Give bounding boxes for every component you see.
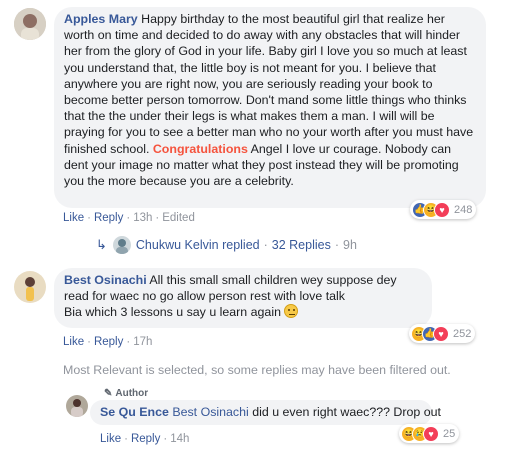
comment-author[interactable]: Best Osinachi (64, 273, 147, 287)
reply-text: did u even right waec??? Drop out (248, 405, 441, 419)
reaction-summary[interactable]: 👍 😆 ♥ 248 (410, 200, 477, 219)
replier-name[interactable]: Chukwu Kelvin (136, 238, 219, 252)
reply-link[interactable]: Reply (94, 212, 123, 224)
reaction-count: 248 (454, 203, 473, 216)
timestamp[interactable]: 13h (133, 212, 152, 224)
thinking-face-icon (284, 304, 299, 319)
reply-bubble: Se Qu Ence Best Osinachi did u even righ… (90, 400, 441, 425)
highlighted-word[interactable]: Congratulations (153, 142, 248, 156)
reaction-count: 252 (453, 327, 472, 340)
comment-author[interactable]: Apples Mary (64, 12, 138, 26)
reply-actions: Like · Reply · 14h (100, 433, 190, 445)
avatar-image (14, 8, 46, 40)
reply-author[interactable]: Se Qu Ence (100, 405, 169, 419)
filter-notice: Most Relevant is selected, so some repli… (63, 363, 451, 377)
author-badge: ✎ Author (104, 388, 148, 399)
view-replies-link[interactable]: ↳ Chukwu Kelvin replied · 32 Replies · 9h (96, 236, 357, 254)
love-icon: ♥ (433, 325, 449, 342)
pen-icon: ✎ (104, 388, 113, 399)
timestamp[interactable]: 17h (133, 336, 152, 348)
reaction-summary[interactable]: 😆 😢 ♥ 25 (399, 424, 460, 443)
comment-text: Happy birthday to the most beautiful gir… (64, 12, 474, 156)
edited-label[interactable]: Edited (162, 212, 195, 224)
replied-label: replied (222, 238, 260, 252)
reply-link[interactable]: Reply (94, 336, 123, 348)
avatar-se-qu-ence[interactable] (66, 395, 88, 417)
author-badge-label: Author (115, 388, 149, 399)
mention-tag[interactable]: Best Osinachi (172, 405, 248, 419)
like-link[interactable]: Like (63, 336, 84, 348)
avatar-image (66, 395, 88, 417)
timestamp[interactable]: 14h (170, 433, 189, 445)
avatar-image (14, 271, 46, 303)
avatar-chukwu-kelvin (112, 236, 131, 254)
avatar-apples-mary[interactable] (14, 8, 46, 40)
reply-link[interactable]: Reply (131, 433, 160, 445)
love-icon: ♥ (434, 201, 450, 218)
reaction-count: 25 (443, 427, 456, 440)
like-link[interactable]: Like (100, 433, 121, 445)
reply-count[interactable]: 32 Replies (272, 238, 331, 252)
avatar-best-osinachi[interactable] (14, 271, 46, 303)
love-icon: ♥ (423, 425, 439, 442)
reply-time: 9h (343, 238, 357, 252)
comment-bubble: Best Osinachi All this small small child… (54, 268, 432, 328)
comment-actions: Like · Reply · 17h (63, 336, 153, 348)
reply-arrow-icon: ↳ (96, 237, 107, 252)
comment-actions: Like · Reply · 13h · Edited (63, 212, 195, 224)
reaction-summary[interactable]: 😆 👍 ♥ 252 (409, 324, 476, 343)
comment-bubble: Apples Mary Happy birthday to the most b… (54, 7, 486, 208)
comment-text-line2: Bia which 3 lessons u say u learn again (64, 305, 281, 320)
like-link[interactable]: Like (63, 212, 84, 224)
